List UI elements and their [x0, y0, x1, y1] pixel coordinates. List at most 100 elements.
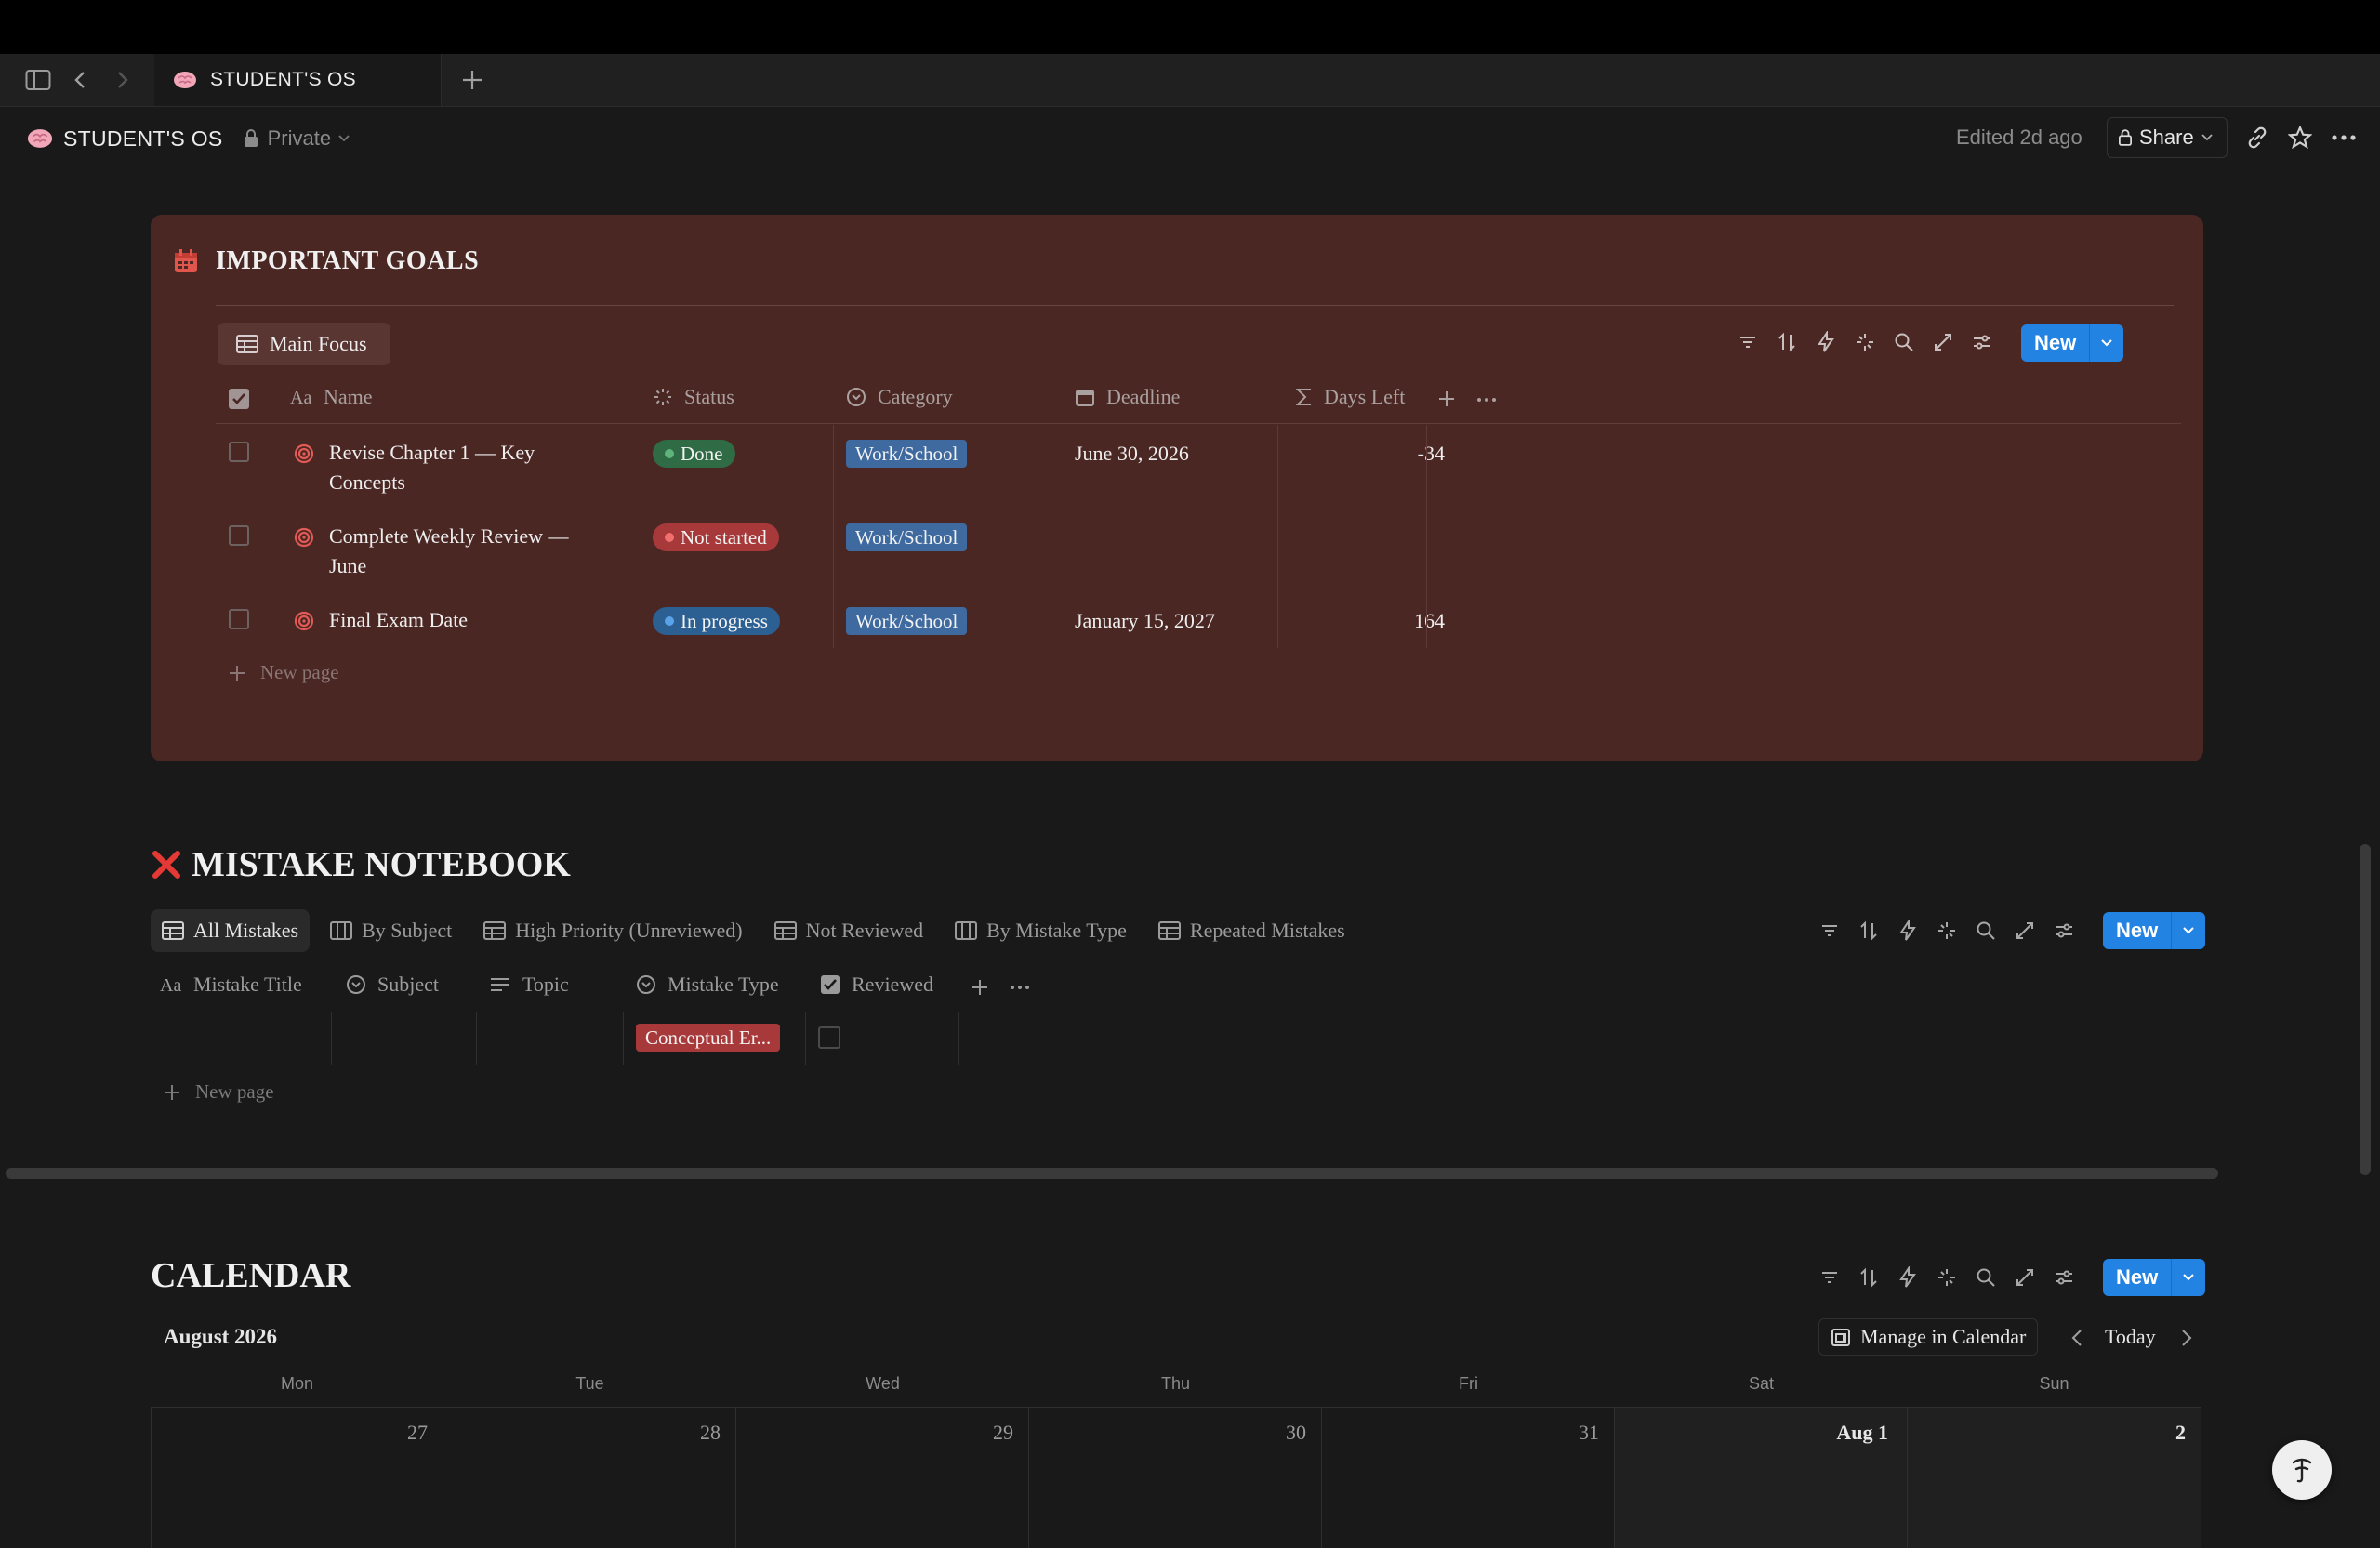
breadcrumb-page-title[interactable]: STUDENT'S OS — [63, 126, 223, 152]
view-tab-all-mistakes[interactable]: All Mistakes — [151, 909, 311, 952]
chevron-down-icon[interactable] — [2171, 1259, 2206, 1296]
mistake-type-tag[interactable]: Conceptual Er... — [636, 1024, 781, 1052]
view-tab-main-focus[interactable]: Main Focus — [218, 323, 390, 365]
next-month-icon[interactable] — [2177, 1328, 2196, 1348]
chevron-down-icon[interactable] — [2089, 324, 2124, 362]
column-header-days-left[interactable]: Days Left — [1296, 385, 1405, 409]
column-header-subject[interactable]: Subject — [346, 972, 439, 997]
settings-sliders-icon[interactable] — [2053, 920, 2075, 942]
goal-name[interactable]: Complete Weekly Review — June — [329, 522, 569, 581]
filter-icon[interactable] — [1818, 920, 1841, 942]
row-checkbox[interactable] — [229, 442, 249, 462]
expand-icon[interactable] — [1932, 331, 1954, 353]
filter-icon[interactable] — [1818, 1266, 1841, 1289]
new-tab-icon[interactable] — [459, 67, 485, 93]
sort-icon[interactable] — [1776, 331, 1798, 353]
column-header-name[interactable]: Aa Name — [290, 385, 373, 409]
status-dot — [665, 449, 674, 458]
calendar-day-cell[interactable]: 30 — [1029, 1407, 1322, 1548]
new-page-button[interactable]: New page — [229, 661, 339, 684]
table-row[interactable]: Complete Weekly Review — June Not starte… — [151, 509, 2203, 592]
category-tag[interactable]: Work/School — [846, 440, 968, 468]
deadline-value[interactable]: January 15, 2027 — [1075, 609, 1215, 633]
vertical-scrollbar[interactable] — [2360, 844, 2371, 1175]
table-row[interactable]: Final Exam Date In progress Work/School … — [151, 592, 2203, 648]
search-icon[interactable] — [1893, 331, 1915, 353]
deadline-value[interactable]: June 30, 2026 — [1075, 442, 1189, 466]
manage-in-calendar-button[interactable]: Manage in Calendar — [1818, 1318, 2039, 1356]
category-tag[interactable]: Work/School — [846, 523, 968, 551]
column-header-mistake-title[interactable]: Aa Mistake Title — [160, 972, 302, 997]
calendar-day-cell[interactable]: 29 — [736, 1407, 1029, 1548]
filter-icon[interactable] — [1737, 331, 1759, 353]
sparkle-icon[interactable] — [1936, 920, 1958, 942]
reviewed-checkbox[interactable] — [818, 1026, 840, 1049]
calendar-day-cell[interactable]: 31 — [1322, 1407, 1615, 1548]
column-header-deadline[interactable]: Deadline — [1075, 385, 1180, 409]
select-all-checkbox[interactable] — [229, 389, 249, 409]
view-tab-repeated-mistakes[interactable]: Repeated Mistakes — [1147, 909, 1356, 952]
search-icon[interactable] — [1975, 1266, 1997, 1289]
new-button[interactable]: New — [2103, 912, 2206, 949]
star-icon[interactable] — [2287, 125, 2313, 151]
status-badge[interactable]: Done — [653, 440, 735, 468]
column-header-reviewed[interactable]: Reviewed — [820, 972, 933, 997]
chevron-down-icon[interactable] — [2171, 912, 2206, 949]
view-tab-label: By Subject — [362, 919, 453, 942]
new-button[interactable]: New — [2021, 324, 2124, 362]
category-tag[interactable]: Work/School — [846, 607, 968, 635]
horizontal-scrollbar[interactable] — [6, 1168, 2218, 1179]
add-property-icon[interactable] — [1437, 390, 1456, 408]
goal-name[interactable]: Final Exam Date — [329, 605, 468, 635]
view-tab-high-priority[interactable]: High Priority (Unreviewed) — [472, 909, 753, 952]
column-header-category[interactable]: Category — [846, 385, 953, 409]
new-page-label: New page — [195, 1080, 274, 1103]
calendar-day-cell[interactable]: Aug 1 — [1615, 1407, 1908, 1548]
status-badge[interactable]: Not started — [653, 523, 779, 551]
today-button[interactable]: Today — [2105, 1325, 2156, 1349]
link-icon[interactable] — [2244, 125, 2270, 151]
sparkle-icon[interactable] — [1936, 1266, 1958, 1289]
expand-icon[interactable] — [2014, 920, 2036, 942]
calendar-day-cell[interactable]: 2 — [1908, 1407, 2202, 1548]
add-property-icon[interactable] — [971, 978, 989, 997]
table-row[interactable]: Revise Chapter 1 — Key Concepts Done Wor… — [151, 425, 2203, 509]
more-options-icon[interactable] — [2330, 125, 2358, 151]
view-tab-by-mistake-type[interactable]: By Mistake Type — [944, 909, 1138, 952]
search-icon[interactable] — [1975, 920, 1997, 942]
view-tab-not-reviewed[interactable]: Not Reviewed — [763, 909, 934, 952]
row-checkbox[interactable] — [229, 609, 249, 629]
new-page-button[interactable]: New page — [164, 1080, 274, 1104]
more-options-icon[interactable] — [1010, 985, 1030, 990]
column-header-mistake-type[interactable]: Mistake Type — [636, 972, 779, 997]
forward-icon[interactable] — [113, 67, 132, 93]
tab-students-os[interactable]: STUDENT'S OS — [154, 54, 442, 106]
row-checkbox[interactable] — [229, 525, 249, 546]
column-header-topic[interactable]: Topic — [489, 972, 569, 997]
sidebar-toggle-icon[interactable] — [24, 67, 52, 93]
settings-sliders-icon[interactable] — [2053, 1266, 2075, 1289]
sparkle-icon[interactable] — [1854, 331, 1876, 353]
more-options-icon[interactable] — [1476, 397, 1497, 403]
share-button[interactable]: Share — [2107, 117, 2228, 158]
column-header-status[interactable]: Status — [653, 385, 734, 409]
automation-bolt-icon[interactable] — [1815, 331, 1837, 353]
goal-name[interactable]: Revise Chapter 1 — Key Concepts — [329, 438, 535, 497]
view-tab-by-subject[interactable]: By Subject — [319, 909, 463, 952]
automation-bolt-icon[interactable] — [1897, 1266, 1919, 1289]
calendar-day-cell[interactable]: 27 — [151, 1407, 443, 1548]
table-row[interactable]: Conceptual Er... — [151, 1012, 2216, 1065]
previous-month-icon[interactable] — [2068, 1328, 2086, 1348]
sort-icon[interactable] — [1858, 920, 1880, 942]
status-badge[interactable]: In progress — [653, 607, 780, 635]
back-icon[interactable] — [71, 67, 89, 93]
privacy-label[interactable]: Private — [268, 126, 331, 151]
sort-icon[interactable] — [1858, 1266, 1880, 1289]
automation-bolt-icon[interactable] — [1897, 920, 1919, 942]
calendar-day-cell[interactable]: 28 — [443, 1407, 736, 1548]
new-button[interactable]: New — [2103, 1259, 2206, 1296]
expand-icon[interactable] — [2014, 1266, 2036, 1289]
settings-sliders-icon[interactable] — [1971, 331, 1993, 353]
weekday-label: Sun — [2039, 1374, 2069, 1393]
help-assistant-button[interactable] — [2272, 1440, 2332, 1500]
